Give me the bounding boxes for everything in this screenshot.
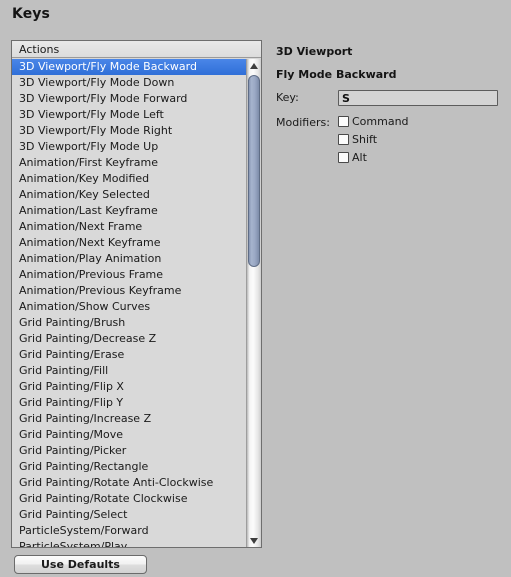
actions-list-box: Actions 3D Viewport/Fly Mode Backward 3D … <box>11 40 262 548</box>
modifier-row[interactable]: Alt <box>338 152 409 163</box>
list-item[interactable]: Animation/Next Frame <box>12 219 246 235</box>
scroll-down-arrow-icon[interactable] <box>247 534 261 547</box>
scrollbar-thumb[interactable] <box>248 75 260 267</box>
list-item[interactable]: Animation/Key Selected <box>12 187 246 203</box>
list-item[interactable]: Animation/Previous Frame <box>12 267 246 283</box>
list-item[interactable]: Animation/Key Modified <box>12 171 246 187</box>
list-item[interactable]: Animation/First Keyframe <box>12 155 246 171</box>
key-input[interactable] <box>338 90 498 106</box>
actions-list-scrollbar[interactable] <box>246 59 261 547</box>
list-column-header-actions: Actions <box>12 41 261 58</box>
list-item[interactable]: Grid Painting/Rotate Anti-Clockwise <box>12 475 246 491</box>
list-item[interactable]: Animation/Last Keyframe <box>12 203 246 219</box>
checkbox-label: Command <box>352 115 409 128</box>
list-item[interactable]: Animation/Play Animation <box>12 251 246 267</box>
list-item[interactable]: Grid Painting/Fill <box>12 363 246 379</box>
modifiers-checkbox-group: Command Shift Alt <box>338 115 409 163</box>
list-item[interactable]: Animation/Next Keyframe <box>12 235 246 251</box>
list-item[interactable]: 3D Viewport/Fly Mode Down <box>12 75 246 91</box>
list-item[interactable]: 3D Viewport/Fly Mode Right <box>12 123 246 139</box>
list-item[interactable]: Grid Painting/Rectangle <box>12 459 246 475</box>
list-item[interactable]: Grid Painting/Move <box>12 427 246 443</box>
modifiers-label: Modifiers: <box>276 116 330 129</box>
list-item[interactable]: Grid Painting/Decrease Z <box>12 331 246 347</box>
list-item[interactable]: 3D Viewport/Fly Mode Forward <box>12 91 246 107</box>
list-item[interactable]: Grid Painting/Flip Y <box>12 395 246 411</box>
modifier-row[interactable]: Command <box>338 116 409 127</box>
page-title: Keys <box>12 6 50 22</box>
checkbox-icon[interactable] <box>338 134 349 145</box>
modifiers-field-row: Modifiers: Command Shift Alt <box>276 115 501 163</box>
actions-list-rows[interactable]: 3D Viewport/Fly Mode Backward 3D Viewport… <box>12 59 246 547</box>
list-item[interactable]: Grid Painting/Flip X <box>12 379 246 395</box>
list-item[interactable]: Grid Painting/Select <box>12 507 246 523</box>
list-item[interactable]: Animation/Show Curves <box>12 299 246 315</box>
list-item[interactable]: Grid Painting/Brush <box>12 315 246 331</box>
list-item[interactable]: Animation/Previous Keyframe <box>12 283 246 299</box>
key-label: Key: <box>276 91 299 104</box>
list-item[interactable]: Grid Painting/Erase <box>12 347 246 363</box>
use-defaults-button[interactable]: Use Defaults <box>14 555 147 574</box>
detail-category-label: 3D Viewport <box>276 45 353 58</box>
checkbox-icon[interactable] <box>338 152 349 163</box>
shortcut-detail-panel: 3D Viewport Fly Mode Backward Key: Modif… <box>276 45 501 163</box>
checkbox-label: Shift <box>352 133 378 146</box>
list-item[interactable]: 3D Viewport/Fly Mode Up <box>12 139 246 155</box>
scroll-up-arrow-icon[interactable] <box>247 59 261 73</box>
list-item[interactable]: ParticleSystem/Forward <box>12 523 246 539</box>
key-field-row: Key: <box>276 90 501 106</box>
list-item[interactable]: 3D Viewport/Fly Mode Backward <box>12 59 246 75</box>
checkbox-label: Alt <box>352 151 367 164</box>
list-item[interactable]: Grid Painting/Increase Z <box>12 411 246 427</box>
checkbox-icon[interactable] <box>338 116 349 127</box>
detail-action-label: Fly Mode Backward <box>276 68 397 81</box>
modifier-row[interactable]: Shift <box>338 134 409 145</box>
list-item[interactable]: 3D Viewport/Fly Mode Left <box>12 107 246 123</box>
list-item[interactable]: ParticleSystem/Play <box>12 539 246 547</box>
list-item[interactable]: Grid Painting/Rotate Clockwise <box>12 491 246 507</box>
list-item[interactable]: Grid Painting/Picker <box>12 443 246 459</box>
